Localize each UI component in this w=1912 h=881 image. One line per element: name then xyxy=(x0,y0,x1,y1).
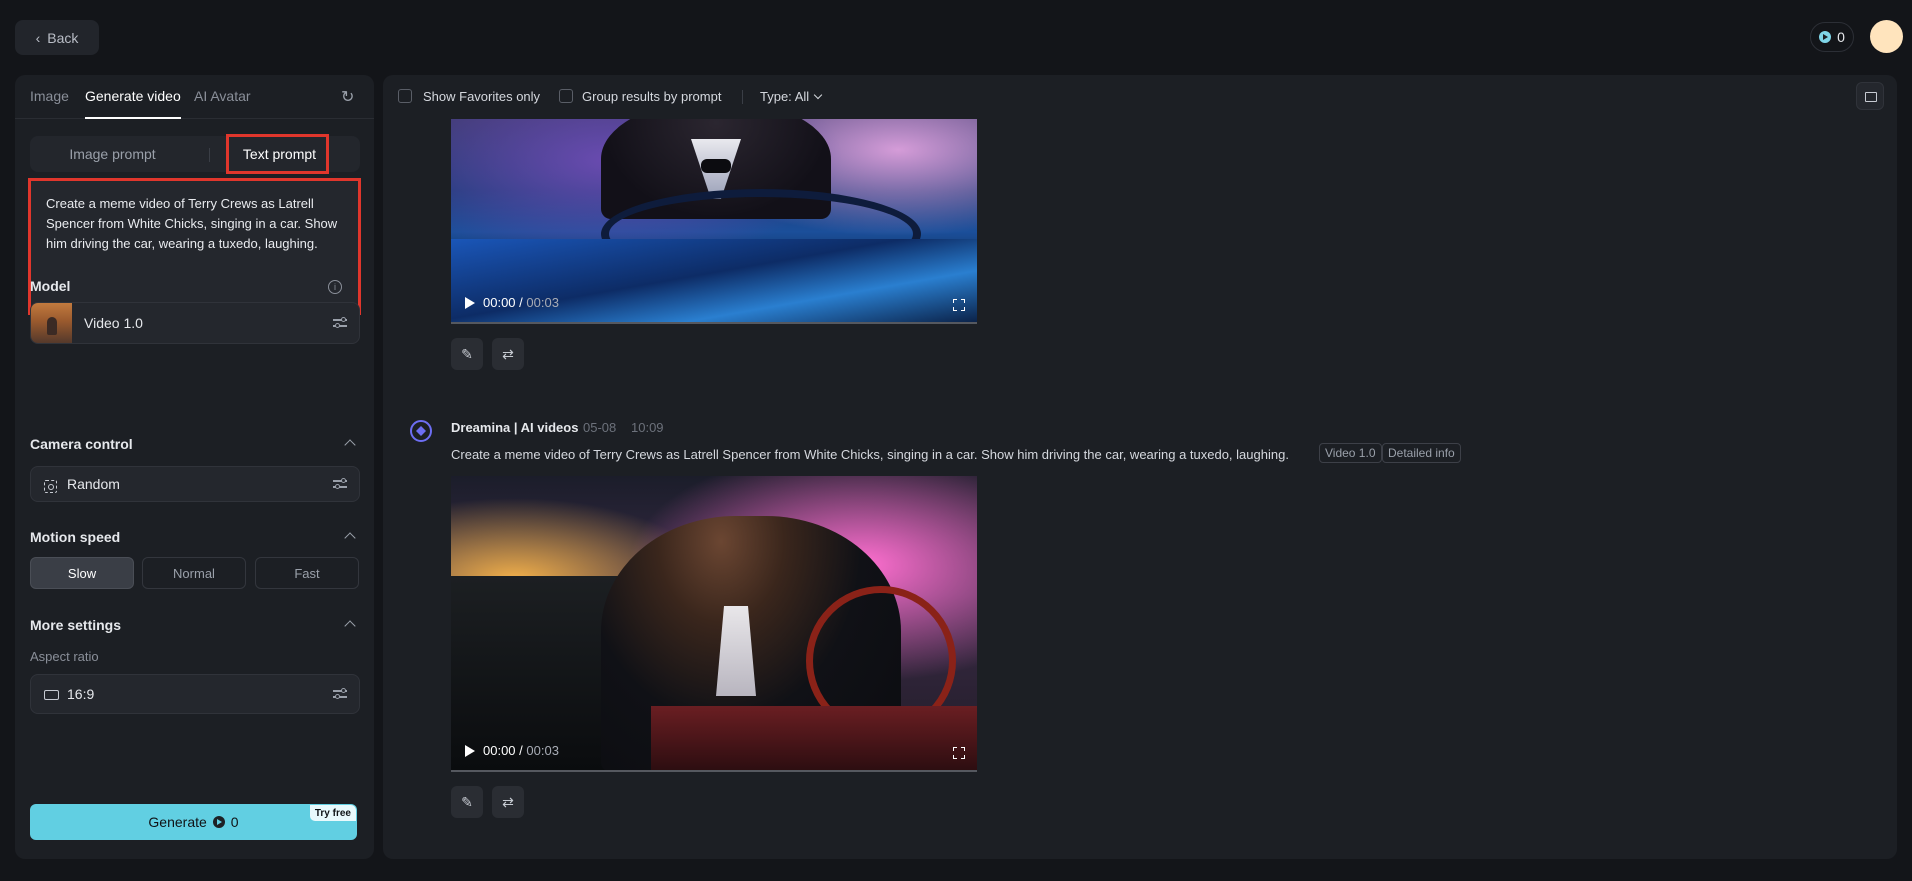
chevron-down-icon xyxy=(813,90,823,100)
coin-icon xyxy=(212,816,225,828)
video-time-total: 00:03 xyxy=(526,295,559,310)
aspect-ratio-icon xyxy=(44,690,59,700)
edit-icon[interactable]: ✎ xyxy=(451,786,483,818)
video-time-total: 00:03 xyxy=(526,743,559,758)
divider xyxy=(742,90,743,104)
video-player-1[interactable]: 00:00 / 00:03 xyxy=(451,119,977,324)
message-author: Dreamina | AI videos xyxy=(451,420,579,435)
play-icon[interactable] xyxy=(465,744,475,757)
message-date: 05-08 xyxy=(583,420,617,435)
camera-focus-icon xyxy=(44,480,57,493)
coin-icon xyxy=(1819,31,1832,43)
aspect-ratio-select[interactable]: 16:9 xyxy=(30,674,360,714)
try-free-badge: Try free xyxy=(309,805,356,821)
results-panel: Show Favorites only Group results by pro… xyxy=(383,75,1897,859)
image-prompt-button[interactable]: Image prompt xyxy=(30,136,195,172)
divider xyxy=(209,148,210,162)
generation-panel: Image Generate video AI Avatar ↻ Image p… xyxy=(15,75,374,859)
model-tag[interactable]: Video 1.0 xyxy=(1319,443,1382,463)
type-filter-label: Type: All xyxy=(760,89,810,104)
video-progress[interactable] xyxy=(451,770,977,772)
chevron-left-icon: ‹ xyxy=(35,29,41,46)
back-button[interactable]: ‹ Back xyxy=(15,20,99,55)
sliders-icon[interactable] xyxy=(333,478,347,490)
detailed-info-tag[interactable]: Detailed info xyxy=(1382,443,1461,463)
back-label: Back xyxy=(47,29,79,46)
aspect-ratio-value: 16:9 xyxy=(67,686,95,702)
video-player-2[interactable]: 00:00 / 00:03 xyxy=(451,476,977,772)
video-time-current: 00:00 xyxy=(483,295,516,310)
video-hood xyxy=(451,239,977,324)
aspect-ratio-label: Aspect ratio xyxy=(30,649,99,664)
prompt-textarea[interactable]: Create a meme video of Terry Crews as La… xyxy=(28,178,361,315)
top-bar: ‹ Back 0 xyxy=(0,0,1912,75)
video-dashboard xyxy=(651,706,977,772)
speed-normal-button[interactable]: Normal xyxy=(142,557,246,589)
text-prompt-highlight xyxy=(226,134,329,174)
type-filter-dropdown[interactable]: Type: All xyxy=(760,89,823,104)
camera-value: Random xyxy=(67,476,120,492)
credits-badge[interactable]: 0 xyxy=(1810,22,1854,52)
speed-fast-button[interactable]: Fast xyxy=(255,557,359,589)
motion-label: Motion speed xyxy=(30,529,121,545)
generate-cost: 0 xyxy=(230,814,239,830)
model-select[interactable]: Video 1.0 xyxy=(30,302,360,344)
camera-label: Camera control xyxy=(30,436,133,452)
credits-count: 0 xyxy=(1837,29,1845,45)
sliders-icon[interactable] xyxy=(333,317,347,329)
regenerate-icon[interactable]: ⇄ xyxy=(492,338,524,370)
refresh-icon[interactable]: ↻ xyxy=(341,87,359,106)
fullscreen-icon[interactable] xyxy=(952,746,966,760)
sliders-icon[interactable] xyxy=(333,688,347,700)
tab-image[interactable]: Image xyxy=(30,88,69,104)
video-tie xyxy=(701,159,731,173)
favorites-label[interactable]: Show Favorites only xyxy=(423,89,540,104)
speed-slow-button[interactable]: Slow xyxy=(30,557,134,589)
camera-select[interactable]: Random xyxy=(30,466,360,502)
user-avatar[interactable] xyxy=(1870,20,1903,53)
message-time: 10:09 xyxy=(631,420,664,435)
generate-label: Generate xyxy=(148,814,207,830)
regenerate-icon[interactable]: ⇄ xyxy=(492,786,524,818)
video-controls: 00:00 / 00:03 xyxy=(465,295,559,310)
play-icon[interactable] xyxy=(465,296,475,309)
prompt-text[interactable]: Create a meme video of Terry Crews as La… xyxy=(46,194,346,254)
edit-icon[interactable]: ✎ xyxy=(451,338,483,370)
generate-button[interactable]: Generate 0 Try free xyxy=(30,804,357,840)
model-thumbnail xyxy=(31,303,72,343)
tab-generate-video[interactable]: Generate video xyxy=(85,88,181,119)
model-value: Video 1.0 xyxy=(84,315,143,331)
favorites-checkbox[interactable] xyxy=(398,89,412,103)
message-caption: Create a meme video of Terry Crews as La… xyxy=(451,447,1289,462)
folder-icon[interactable] xyxy=(1856,82,1884,110)
video-controls: 00:00 / 00:03 xyxy=(465,743,559,758)
group-label[interactable]: Group results by prompt xyxy=(582,89,721,104)
filter-bar: Show Favorites only Group results by pro… xyxy=(383,75,1897,119)
group-checkbox[interactable] xyxy=(559,89,573,103)
chevron-up-icon[interactable] xyxy=(344,620,356,632)
more-settings-label: More settings xyxy=(30,617,122,633)
info-icon[interactable]: i xyxy=(328,280,342,294)
model-label: Model xyxy=(30,278,71,294)
bot-avatar-icon xyxy=(410,420,432,442)
video-progress[interactable] xyxy=(451,322,977,324)
chevron-up-icon[interactable] xyxy=(344,439,356,451)
tab-ai-avatar[interactable]: AI Avatar xyxy=(194,88,251,104)
video-time-current: 00:00 xyxy=(483,743,516,758)
panel-tabs: Image Generate video AI Avatar ↻ xyxy=(15,75,374,119)
fullscreen-icon[interactable] xyxy=(952,298,966,312)
chevron-up-icon[interactable] xyxy=(344,532,356,544)
